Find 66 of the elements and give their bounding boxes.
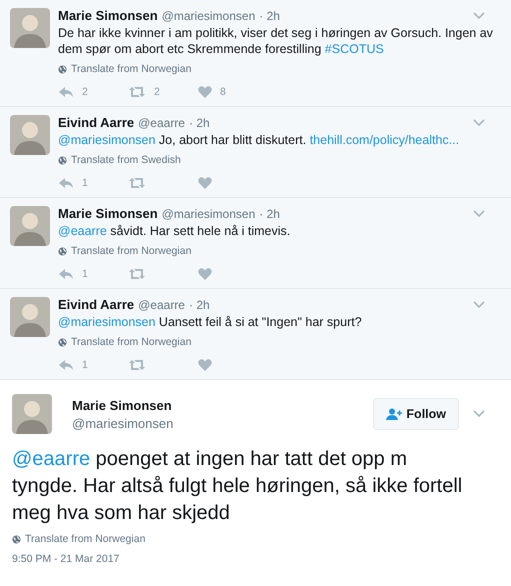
user-handle[interactable]: @eaarre xyxy=(138,116,185,130)
user-name[interactable]: Eivind Aarre xyxy=(58,115,134,130)
reply-count: 2 xyxy=(82,86,88,98)
user-handle[interactable]: @eaarre xyxy=(138,298,185,312)
chevron-icon[interactable] xyxy=(473,210,485,218)
globe-icon xyxy=(58,156,67,164)
tweet-link[interactable]: #SCOTUS xyxy=(324,42,384,56)
user-name[interactable]: Marie Simonsen xyxy=(72,398,354,412)
chevron-icon[interactable] xyxy=(473,410,485,418)
user-name[interactable]: Eivind Aarre xyxy=(58,297,134,312)
tweet-text: @eaarre såvidt. Har sett hele nå i timevis. xyxy=(58,223,292,239)
globe-icon xyxy=(58,64,67,74)
translate-link[interactable]: Translate from Swedish xyxy=(71,154,181,166)
tweet-time[interactable]: · 2h xyxy=(188,116,210,130)
translate-link[interactable]: Translate from Norwegian xyxy=(71,63,192,75)
avatar[interactable] xyxy=(12,394,52,434)
tweet-timestamp: 9:50 PM - 21 Mar 2017 xyxy=(12,553,120,565)
tweet-text: @mariesimonsen Jo, abort har blitt diskutert. thehill.com/policy/healthc... xyxy=(58,132,460,148)
follow-button[interactable]: Follow xyxy=(373,398,459,430)
reply-count: 1 xyxy=(82,359,88,371)
retweet-icon[interactable] xyxy=(128,177,146,189)
avatar[interactable] xyxy=(10,297,50,337)
reply-icon[interactable] xyxy=(58,268,74,280)
reply-icon[interactable] xyxy=(58,86,74,98)
chevron-icon[interactable] xyxy=(473,301,485,309)
tweet-time[interactable]: · 2h xyxy=(259,207,280,221)
retweet-icon[interactable] xyxy=(128,359,146,371)
user-handle[interactable]: @mariesimonsen xyxy=(162,9,256,23)
chevron-icon[interactable] xyxy=(473,119,485,127)
chevron-icon[interactable] xyxy=(473,12,485,20)
like-count: 8 xyxy=(220,86,226,98)
tweet-link[interactable]: @mariesimonsen xyxy=(58,133,156,147)
reply-count: 1 xyxy=(82,177,88,189)
avatar[interactable] xyxy=(10,8,50,48)
heart-icon[interactable] xyxy=(198,268,212,280)
globe-icon xyxy=(12,534,21,544)
tweet-time[interactable]: · 2h xyxy=(188,298,210,312)
heart-icon[interactable] xyxy=(198,359,212,371)
reply-count: 1 xyxy=(82,268,88,280)
avatar[interactable] xyxy=(10,206,50,246)
user-name[interactable]: Marie Simonsen xyxy=(58,206,158,221)
retweet-icon[interactable] xyxy=(128,86,146,98)
retweet-count: 2 xyxy=(154,86,160,98)
tweet-text: @mariesimonsen Uansett feil å si at "Ingen" har spurt? xyxy=(58,314,363,330)
avatar[interactable] xyxy=(10,115,50,155)
heart-icon[interactable] xyxy=(198,86,212,98)
reply-icon[interactable] xyxy=(58,359,74,371)
translate-link[interactable]: Translate from Norwegian xyxy=(25,533,146,545)
user-handle[interactable]: @mariesimonsen xyxy=(72,416,354,430)
tweet-link[interactable]: @eaarre xyxy=(58,224,107,238)
tweet-text: De har ikke kvinner i am politikk, viser det seg i høringen av Gorsuch. Ingen av dem spør om abort etc Skremmende forestilling #SCOTUS xyxy=(58,25,494,57)
tweet-link[interactable]: @mariesimonsen xyxy=(58,315,156,329)
user-handle[interactable]: @mariesimonsen xyxy=(162,207,256,221)
translate-link[interactable]: Translate from Norwegian xyxy=(71,245,192,257)
tweet-time[interactable]: · 2h xyxy=(259,9,280,23)
retweet-icon[interactable] xyxy=(128,268,146,280)
globe-icon xyxy=(58,246,67,256)
user-name[interactable]: Marie Simonsen xyxy=(58,8,158,23)
heart-icon[interactable] xyxy=(198,177,212,189)
tweet-text: @eaarre poenget at ingen har tatt det opp m tyngde. Har altså fulgt hele høringen, så ikke fortell meg hva som har skjedd xyxy=(12,447,464,526)
reply-icon[interactable] xyxy=(58,177,74,189)
globe-icon xyxy=(58,338,67,346)
translate-link[interactable]: Translate from Norwegian xyxy=(71,336,192,348)
tweet-link[interactable]: thehill.com/policy/healthc... xyxy=(310,133,460,147)
add-user-icon xyxy=(386,408,402,420)
tweet-link[interactable]: @eaarre xyxy=(12,448,90,470)
